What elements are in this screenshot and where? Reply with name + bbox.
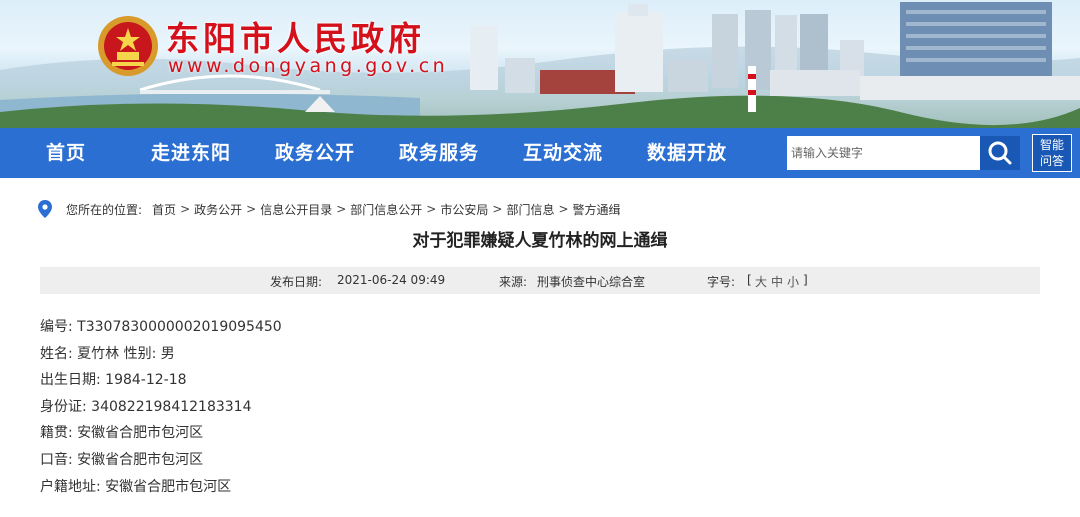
breadcrumb-separator: > (426, 202, 437, 216)
nav-item-home[interactable]: 首页 (46, 128, 86, 178)
field-serial-number: 编号: T3307830000002019095450 (40, 319, 282, 335)
breadcrumb-info-catalog[interactable]: 信息公开目录 (260, 201, 332, 218)
breadcrumb-separator: > (180, 202, 191, 216)
main-nav: 首页 走进东阳 政务公开 政务服务 互动交流 数据开放 (0, 128, 1080, 178)
breadcrumb-separator: > (492, 202, 503, 216)
site-banner: 东阳市人民政府 www.dongyang.gov.cn (0, 0, 1080, 128)
smart-qa-button[interactable]: 智能 问答 (1032, 134, 1072, 172)
site-url: www.dongyang.gov.cn (168, 55, 449, 77)
field-birth-date: 出生日期: 1984-12-18 (40, 372, 187, 389)
breadcrumb: 您所在的位置: 首页 > 政务公开 > 信息公开目录 > 部门信息公开 > 市公… (38, 200, 621, 218)
search-button[interactable] (980, 136, 1020, 170)
search-icon (988, 141, 1012, 165)
field-name-gender: 姓名: 夏竹林 性别: 男 (40, 345, 175, 362)
nav-item-about-dongyang[interactable]: 走进东阳 (151, 128, 231, 178)
breadcrumb-label: 您所在的位置: (66, 202, 143, 217)
font-size-label: 字号: (707, 275, 736, 289)
field-accent: 口音: 安徽省合肥市包河区 (40, 451, 204, 468)
breadcrumb-separator: > (336, 202, 347, 216)
article-meta-bar: 发布日期: 2021-06-24 09:49 来源: 刑事侦查中心综合室 字号:… (40, 267, 1040, 294)
nav-item-open-data[interactable]: 数据开放 (647, 128, 727, 178)
breadcrumb-department-news[interactable]: 部门信息 (506, 201, 554, 218)
source-label: 来源: (499, 275, 528, 289)
city-skyline-image (0, 2, 1080, 128)
nav-item-government-affairs[interactable]: 政务公开 (275, 128, 355, 178)
breadcrumb-public-security[interactable]: 市公安局 (440, 201, 488, 218)
article-title: 对于犯罪嫌疑人夏竹林的网上通缉 (412, 231, 668, 251)
nav-item-interaction[interactable]: 互动交流 (523, 128, 603, 178)
site-title: 东阳市人民政府 (166, 19, 425, 58)
field-id-number: 身份证: 340822198412183314 (40, 398, 252, 415)
publish-date-label: 发布日期: (270, 275, 323, 289)
font-size-bracket-open: [ (747, 273, 752, 287)
suspect-info: 编号: T3307830000002019095450 姓名: 夏竹林 性别: … (40, 318, 282, 504)
field-household-address: 户籍地址: 安徽省合肥市包河区 (40, 478, 232, 495)
location-pin-icon (38, 200, 52, 218)
breadcrumb-government-affairs[interactable]: 政务公开 (194, 201, 242, 218)
font-size-medium-button[interactable]: 中 (771, 273, 783, 290)
national-emblem-icon (98, 16, 158, 76)
font-size-bracket-close: ] (803, 273, 808, 287)
search-input[interactable] (787, 136, 980, 170)
source-value: 刑事侦查中心综合室 (537, 275, 646, 289)
smart-qa-label-1: 智能 (1039, 138, 1064, 152)
breadcrumb-separator: > (558, 202, 569, 216)
font-size-large-button[interactable]: 大 (755, 273, 767, 290)
breadcrumb-wanted-notices[interactable]: 警方通缉 (573, 201, 621, 218)
nav-item-government-services[interactable]: 政务服务 (399, 128, 479, 178)
breadcrumb-home[interactable]: 首页 (152, 201, 176, 218)
smart-qa-label-2: 问答 (1039, 154, 1064, 168)
publish-date-value: 2021-06-24 09:49 (337, 273, 446, 287)
breadcrumb-department-info[interactable]: 部门信息公开 (350, 201, 422, 218)
breadcrumb-separator: > (246, 202, 257, 216)
field-native-place: 籍贯: 安徽省合肥市包河区 (40, 425, 204, 442)
font-size-small-button[interactable]: 小 (787, 273, 799, 290)
